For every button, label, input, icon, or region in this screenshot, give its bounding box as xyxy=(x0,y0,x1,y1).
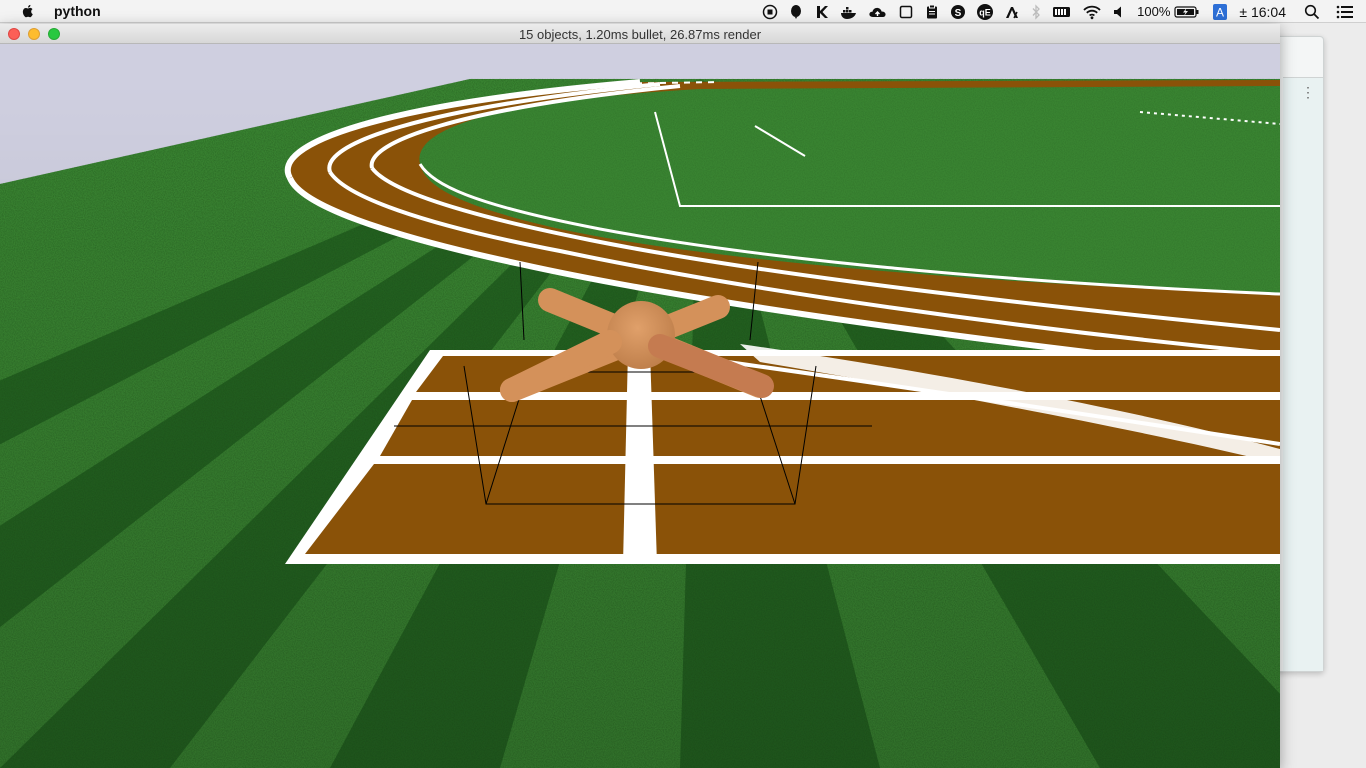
input-source-label: A xyxy=(1216,5,1224,19)
app-menu-python[interactable]: python xyxy=(54,3,101,19)
battery-status-icon[interactable] xyxy=(1047,0,1077,23)
window-title: 15 objects, 1.20ms bullet, 26.87ms rende… xyxy=(518,27,762,42)
battery-percentage[interactable]: 100% xyxy=(1133,4,1174,19)
search-icon[interactable] xyxy=(1296,0,1328,23)
record-icon[interactable] xyxy=(757,0,783,23)
svg-text:S: S xyxy=(955,8,962,19)
docker-icon[interactable] xyxy=(835,0,863,23)
input-source-icon[interactable]: A xyxy=(1205,0,1235,23)
clipboard-icon[interactable] xyxy=(919,0,945,23)
battery-icon[interactable] xyxy=(1174,0,1205,23)
background-window-pane xyxy=(1283,77,1323,671)
simulation-window[interactable]: 15 objects, 1.20ms bullet, 26.87ms rende… xyxy=(0,24,1280,768)
qe-icon[interactable]: qE xyxy=(971,0,999,23)
cloud-upload-icon[interactable] xyxy=(863,0,893,23)
more-options-icon[interactable]: ⋮ xyxy=(1301,85,1315,99)
wifi-icon[interactable] xyxy=(1077,0,1107,23)
start-grid xyxy=(285,344,1280,564)
bluetooth-icon[interactable] xyxy=(1025,0,1047,23)
menu-bar: python S qE 100% A ± 16:04 xyxy=(0,0,1366,23)
apple-icon[interactable] xyxy=(20,3,36,19)
skype-icon[interactable]: S xyxy=(945,0,971,23)
a-app-icon[interactable] xyxy=(999,0,1025,23)
menu-list-icon[interactable] xyxy=(1328,0,1366,23)
volume-icon[interactable] xyxy=(1107,0,1133,23)
clock[interactable]: ± 16:04 xyxy=(1235,4,1296,20)
window-icon[interactable] xyxy=(893,0,919,23)
k-app-icon[interactable] xyxy=(809,0,835,23)
svg-text:qE: qE xyxy=(979,7,991,17)
window-titlebar[interactable]: 15 objects, 1.20ms bullet, 26.87ms rende… xyxy=(0,24,1280,44)
balloon-icon[interactable] xyxy=(783,0,809,23)
3d-scene-viewport[interactable] xyxy=(0,44,1280,768)
